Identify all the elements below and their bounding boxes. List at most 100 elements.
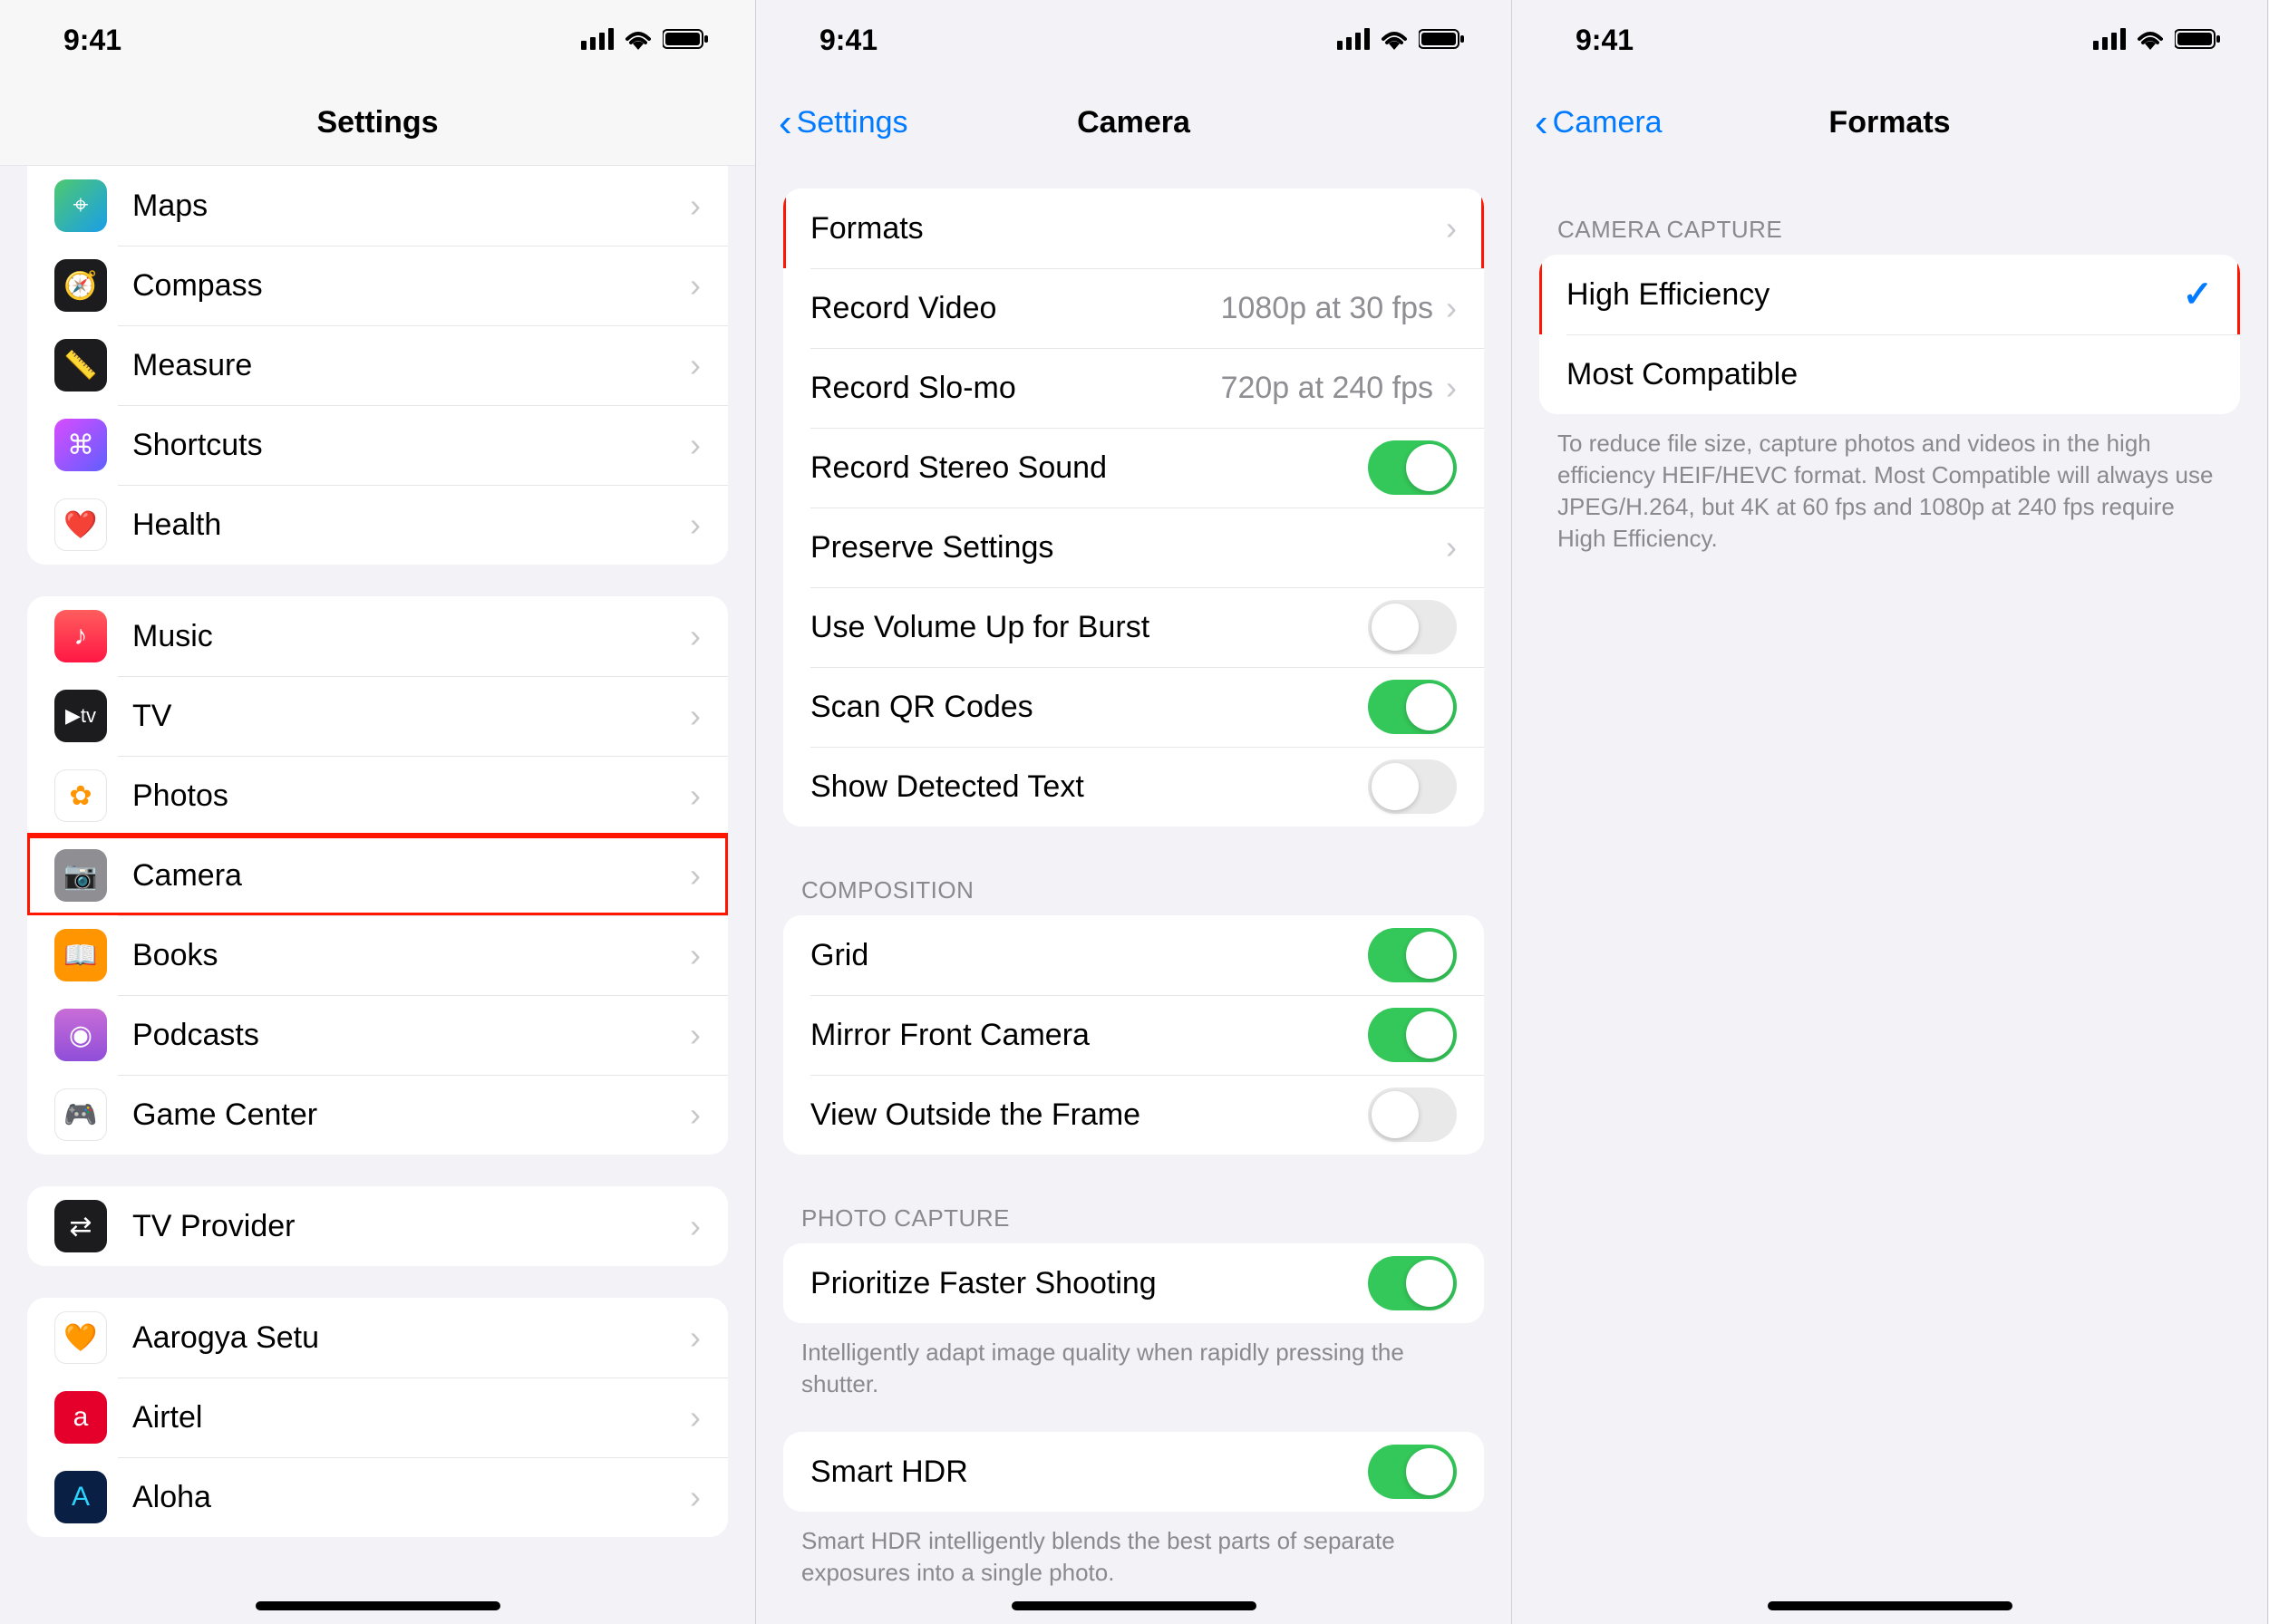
status-time: 9:41: [63, 24, 121, 57]
row-label: Airtel: [132, 1400, 690, 1436]
settings-row-measure[interactable]: 📏Measure›: [27, 325, 728, 405]
camera-row-record-video[interactable]: Record Video1080p at 30 fps ›: [783, 268, 1484, 348]
row-label: Show Detected Text: [810, 769, 1368, 805]
camera-row-formats[interactable]: Formats›: [783, 188, 1484, 268]
back-button[interactable]: ‹ Camera: [1512, 105, 1663, 141]
row-label: Formats: [810, 211, 1446, 246]
compass-icon: 🧭: [54, 259, 107, 312]
row-label: Use Volume Up for Burst: [810, 610, 1368, 645]
status-right: [581, 24, 710, 57]
settings-row-health[interactable]: ❤️Health›: [27, 485, 728, 565]
home-indicator[interactable]: [1012, 1601, 1256, 1610]
settings-row-music[interactable]: ♪Music›: [27, 596, 728, 676]
chevron-right-icon: ›: [690, 936, 701, 974]
status-bar: 9:41: [0, 0, 755, 80]
toggle-grid[interactable]: [1368, 928, 1457, 982]
signal-icon: [2093, 24, 2126, 57]
camera-row-record-slo-mo[interactable]: Record Slo-mo720p at 240 fps›: [783, 348, 1484, 428]
settings-row-aloha[interactable]: AAloha›: [27, 1457, 728, 1537]
toggle-view-outside-the-frame[interactable]: [1368, 1088, 1457, 1142]
format-option-high-efficiency[interactable]: High Efficiency✓: [1539, 255, 2240, 334]
row-label: Measure: [132, 348, 690, 383]
home-indicator[interactable]: [256, 1601, 500, 1610]
back-label: Camera: [1553, 105, 1663, 140]
settings-row-tv-provider[interactable]: ⇄TV Provider›: [27, 1186, 728, 1266]
chevron-right-icon: ›: [1446, 289, 1457, 327]
section-header-camera-capture: CAMERA CAPTURE: [1512, 216, 2267, 255]
toggle-scan-qr-codes[interactable]: [1368, 680, 1457, 734]
row-value: 1080p at 30 fps: [1221, 291, 1433, 326]
settings-row-maps[interactable]: ⌖Maps›: [27, 166, 728, 246]
settings-list: ⌖Maps›🧭Compass›📏Measure›⌘Shortcuts›❤️Hea…: [0, 166, 755, 1537]
camera-row-use-volume-up-for-burst[interactable]: Use Volume Up for Burst: [783, 587, 1484, 667]
toggle-smart-hdr[interactable]: [1368, 1445, 1457, 1499]
settings-row-podcasts[interactable]: ◉Podcasts›: [27, 995, 728, 1075]
back-button[interactable]: ‹ Settings: [756, 105, 908, 141]
aarogya-icon: 🧡: [54, 1311, 107, 1364]
camera-row-view-outside-the-frame[interactable]: View Outside the Frame: [783, 1075, 1484, 1155]
settings-row-books[interactable]: 📖 Books›: [27, 915, 728, 995]
camera-row-preserve-settings[interactable]: Preserve Settings›: [783, 508, 1484, 587]
row-label: Scan QR Codes: [810, 690, 1368, 725]
switch-knob: [1406, 1448, 1453, 1495]
switch-knob: [1406, 1011, 1453, 1058]
row-label: Record Slo-mo: [810, 371, 1221, 406]
settings-row-aarogya-setu[interactable]: 🧡Aarogya Setu›: [27, 1298, 728, 1378]
camera-row-record-stereo-sound[interactable]: Record Stereo Sound: [783, 428, 1484, 508]
status-time: 9:41: [819, 24, 878, 57]
toggle-show-detected-text[interactable]: [1368, 759, 1457, 814]
settings-row-shortcuts[interactable]: ⌘ Shortcuts›: [27, 405, 728, 485]
settings-row-game-center[interactable]: 🎮Game Center›: [27, 1075, 728, 1155]
row-label: Maps: [132, 188, 690, 224]
camera-section-3: Smart HDR: [783, 1432, 1484, 1512]
airtel-icon: a: [54, 1391, 107, 1444]
settings-row-camera[interactable]: 📷Camera›: [27, 836, 728, 915]
switch-knob: [1372, 763, 1419, 810]
row-label: Podcasts: [132, 1018, 690, 1053]
status-time: 9:41: [1576, 24, 1634, 57]
camera-section-1: GridMirror Front Camera View Outside the …: [783, 915, 1484, 1155]
chevron-right-icon: ›: [690, 1207, 701, 1245]
option-label: Most Compatible: [1566, 357, 2213, 392]
switch-knob: [1406, 683, 1453, 730]
books-icon: 📖: [54, 929, 107, 981]
settings-row-airtel[interactable]: a Airtel›: [27, 1378, 728, 1457]
home-indicator[interactable]: [1768, 1601, 2012, 1610]
section-header-composition: COMPOSITION: [756, 876, 1511, 915]
settings-group-0: ⌖Maps›🧭Compass›📏Measure›⌘Shortcuts›❤️Hea…: [27, 166, 728, 565]
tvprovider-icon: ⇄: [54, 1200, 107, 1252]
signal-icon: [1337, 24, 1370, 57]
settings-row-tv[interactable]: ▶tvTV›: [27, 676, 728, 756]
settings-row-photos[interactable]: ✿Photos›: [27, 756, 728, 836]
camera-row-grid[interactable]: Grid: [783, 915, 1484, 995]
camera-row-scan-qr-codes[interactable]: Scan QR Codes: [783, 667, 1484, 747]
chevron-right-icon: ›: [690, 697, 701, 735]
format-option-most-compatible[interactable]: Most Compatible: [1539, 334, 2240, 414]
status-bar: 9:41: [756, 0, 1511, 80]
chevron-right-icon: ›: [690, 1398, 701, 1436]
chevron-right-icon: ›: [690, 426, 701, 464]
settings-row-compass[interactable]: 🧭Compass›: [27, 246, 728, 325]
section-footer-2: Intelligently adapt image quality when r…: [756, 1323, 1511, 1400]
camera-row-smart-hdr[interactable]: Smart HDR: [783, 1432, 1484, 1512]
camera-row-mirror-front-camera[interactable]: Mirror Front Camera: [783, 995, 1484, 1075]
row-label: Shortcuts: [132, 428, 690, 463]
chevron-right-icon: ›: [1446, 369, 1457, 407]
row-label: Books: [132, 938, 690, 973]
tv-icon: ▶tv: [54, 690, 107, 742]
settings-group-1: ♪Music›▶tvTV›✿Photos›📷Camera›📖Books›◉Pod…: [27, 596, 728, 1155]
chevron-right-icon: ›: [690, 1016, 701, 1054]
row-label: View Outside the Frame: [810, 1097, 1368, 1133]
nav-bar: ‹ Settings Camera: [756, 80, 1511, 166]
toggle-record-stereo-sound[interactable]: [1368, 440, 1457, 495]
camera-row-show-detected-text[interactable]: Show Detected Text: [783, 747, 1484, 826]
toggle-use-volume-up-for-burst[interactable]: [1368, 600, 1457, 654]
camera-row-prioritize-faster-shooting[interactable]: Prioritize Faster Shooting: [783, 1243, 1484, 1323]
toggle-prioritize-faster-shooting[interactable]: [1368, 1256, 1457, 1310]
camera-section-0: Formats›Record Video1080p at 30 fps›Reco…: [783, 188, 1484, 826]
chevron-right-icon: ›: [690, 1478, 701, 1516]
row-label: Record Video: [810, 291, 1221, 326]
chevron-right-icon: ›: [690, 346, 701, 384]
toggle-mirror-front-camera[interactable]: [1368, 1008, 1457, 1062]
shortcuts-icon: ⌘: [54, 419, 107, 471]
